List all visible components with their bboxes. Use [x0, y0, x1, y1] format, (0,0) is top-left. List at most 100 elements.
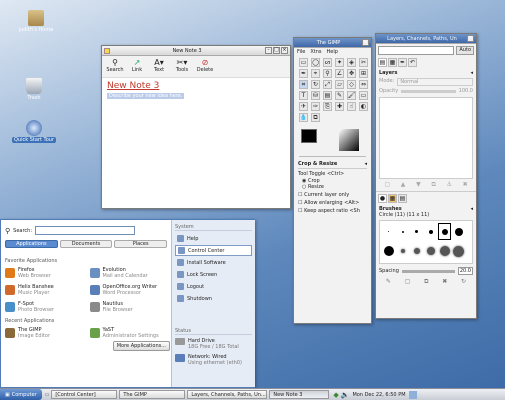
align-tool-icon[interactable]: ⊞	[359, 69, 368, 78]
tray-volume-icon[interactable]: 🔈	[341, 391, 350, 399]
close-button[interactable]: ×	[467, 35, 474, 42]
blur-tool-icon[interactable]: 💧	[299, 113, 308, 122]
panel-menu-icon[interactable]: ◂	[470, 70, 473, 76]
system-item[interactable]: Control Center	[175, 245, 252, 256]
current-layer-checkbox[interactable]: ☐ Current layer only	[298, 192, 367, 198]
lasso-tool-icon[interactable]: ᔕ	[323, 58, 332, 67]
tab-places[interactable]: Places	[114, 240, 168, 248]
brush-swatch[interactable]	[438, 241, 451, 261]
move-tool-icon[interactable]: ✥	[347, 69, 356, 78]
pencil-tool-icon[interactable]: ✎	[335, 91, 344, 100]
tools-button[interactable]: ✂▾ Tools	[173, 58, 191, 75]
crop-tool-icon[interactable]: ⌗	[299, 80, 308, 89]
channels-tab-icon[interactable]: ▦	[388, 58, 397, 67]
system-item[interactable]: Lock Screen	[175, 269, 252, 280]
delete-button[interactable]: ⊘ Delete	[196, 58, 214, 75]
menu-xtns[interactable]: Xtns	[310, 49, 321, 55]
search-input[interactable]	[35, 226, 136, 235]
color-picker-tool-icon[interactable]: ⌖	[311, 69, 320, 78]
favorite-app-item[interactable]: Evolution Mail and Calendar	[89, 267, 171, 279]
allow-enlarge-checkbox[interactable]: ☐ Allow enlarging <Alt>	[298, 200, 367, 206]
magnify-tool-icon[interactable]: ⚲	[323, 69, 332, 78]
fg-color-swatch[interactable]	[301, 129, 317, 143]
brush-swatch[interactable]	[382, 223, 395, 240]
tab-applications[interactable]: Applications	[5, 240, 58, 248]
tab-documents[interactable]: Documents	[59, 240, 113, 248]
gimp-toolbox-titlebar[interactable]: The GIMP ×	[294, 38, 371, 48]
workspace-switcher-icon[interactable]	[408, 390, 417, 399]
favorite-app-item[interactable]: F-Spot Photo Browser	[5, 301, 86, 313]
maximize-button[interactable]: □	[273, 47, 280, 54]
mode-dropdown[interactable]: Normal	[397, 78, 473, 86]
bucket-fill-tool-icon[interactable]: ⛁	[311, 91, 320, 100]
brush-swatch[interactable]	[452, 241, 465, 261]
brush-swatch[interactable]	[396, 223, 409, 240]
network-status[interactable]: Network: Wired Using ethernet (eth0)	[175, 354, 252, 366]
brush-grid[interactable]	[379, 220, 473, 264]
note-titlebar[interactable]: New Note 3 - □ ×	[102, 46, 290, 56]
system-item[interactable]: Install Software	[175, 257, 252, 268]
paths-tab-icon[interactable]: ✒	[398, 58, 407, 67]
tray-update-icon[interactable]: ◆	[333, 391, 338, 399]
paintbrush-tool-icon[interactable]: 🖌	[347, 91, 356, 100]
lower-layer-icon[interactable]: ▼	[416, 181, 421, 189]
undo-tab-icon[interactable]: ↶	[408, 58, 417, 67]
smudge-tool-icon[interactable]: ☝	[347, 102, 356, 111]
minimize-button[interactable]: -	[265, 47, 272, 54]
close-button[interactable]: ×	[362, 39, 369, 46]
opacity-value[interactable]: 100.0	[459, 88, 473, 94]
task-new-note[interactable]: New Note 3	[269, 390, 330, 399]
layers-tab-icon[interactable]: ▤	[378, 58, 387, 67]
delete-brush-icon[interactable]: ✖	[442, 278, 447, 286]
panel-menu-icon[interactable]: ◂	[470, 206, 473, 212]
resize-radio[interactable]: ○ Resize	[298, 184, 367, 190]
dodge-burn-tool-icon[interactable]: ◐	[359, 102, 368, 111]
desktop-icon-tour[interactable]: Quick Start Tour	[4, 120, 64, 143]
gradients-tab-icon[interactable]: ▤	[398, 194, 407, 203]
measure-tool-icon[interactable]: ∠	[335, 69, 344, 78]
auto-button[interactable]: Auto	[456, 46, 474, 55]
new-layer-icon[interactable]: ▢	[384, 181, 390, 189]
more-applications-button[interactable]: More Applications...	[112, 341, 170, 351]
duplicate-brush-icon[interactable]: ⧉	[424, 278, 428, 286]
task-layers[interactable]: Layers, Channels, Paths, Un...	[187, 390, 268, 399]
brush-swatch[interactable]	[382, 241, 395, 261]
raise-layer-icon[interactable]: ▲	[401, 181, 406, 189]
anchor-layer-icon[interactable]: ⚓	[446, 181, 451, 189]
perspective-tool-icon[interactable]: ◇	[347, 80, 356, 89]
close-button[interactable]: ×	[281, 47, 288, 54]
rotate-tool-icon[interactable]: ↻	[311, 80, 320, 89]
system-item[interactable]: Shutdown	[175, 293, 252, 304]
eraser-tool-icon[interactable]: ▭	[359, 91, 368, 100]
search-button[interactable]: ⚲ Search	[106, 58, 124, 75]
paths-tool-icon[interactable]: ✒	[299, 69, 308, 78]
blend-tool-icon[interactable]: ▤	[323, 91, 332, 100]
brush-swatch[interactable]	[396, 241, 409, 261]
ink-tool-icon[interactable]: ✑	[311, 102, 320, 111]
brush-swatch[interactable]	[424, 241, 437, 261]
menu-file[interactable]: File	[297, 49, 305, 55]
text-tool-icon[interactable]: T	[299, 91, 308, 100]
layers-list[interactable]	[379, 97, 473, 179]
flip-tool-icon[interactable]: ⇔	[359, 80, 368, 89]
brush-swatch-selected[interactable]	[438, 223, 451, 240]
clock[interactable]: Mon Dec 22, 6:50 PM	[352, 392, 405, 398]
brush-swatch[interactable]	[410, 241, 423, 261]
desktop-icon-trash[interactable]: Trash	[4, 78, 64, 101]
desktop-icon-home[interactable]: judith's Home	[6, 10, 66, 33]
brushes-tab-icon[interactable]: ●	[378, 194, 387, 203]
new-brush-icon[interactable]: ▢	[405, 278, 411, 286]
favorite-app-item[interactable]: Firefox Web Browser	[5, 267, 86, 279]
clone-tool-icon[interactable]: ⎘	[323, 102, 332, 111]
ellipse-select-tool-icon[interactable]: ◯	[311, 58, 320, 67]
perspective-clone-tool-icon[interactable]: ⧉	[311, 113, 320, 122]
show-desktop-icon[interactable]: ▭	[45, 392, 50, 398]
text-button[interactable]: A▾ Text	[150, 58, 168, 75]
refresh-brushes-icon[interactable]: ↻	[461, 278, 466, 286]
color-select-tool-icon[interactable]: ◈	[347, 58, 356, 67]
heal-tool-icon[interactable]: ✚	[335, 102, 344, 111]
disk-status[interactable]: Hard Drive 18G Free / 18G Total	[175, 338, 252, 350]
shear-tool-icon[interactable]: ▱	[335, 80, 344, 89]
brush-swatch[interactable]	[452, 223, 465, 240]
scissors-tool-icon[interactable]: ✂	[359, 58, 368, 67]
